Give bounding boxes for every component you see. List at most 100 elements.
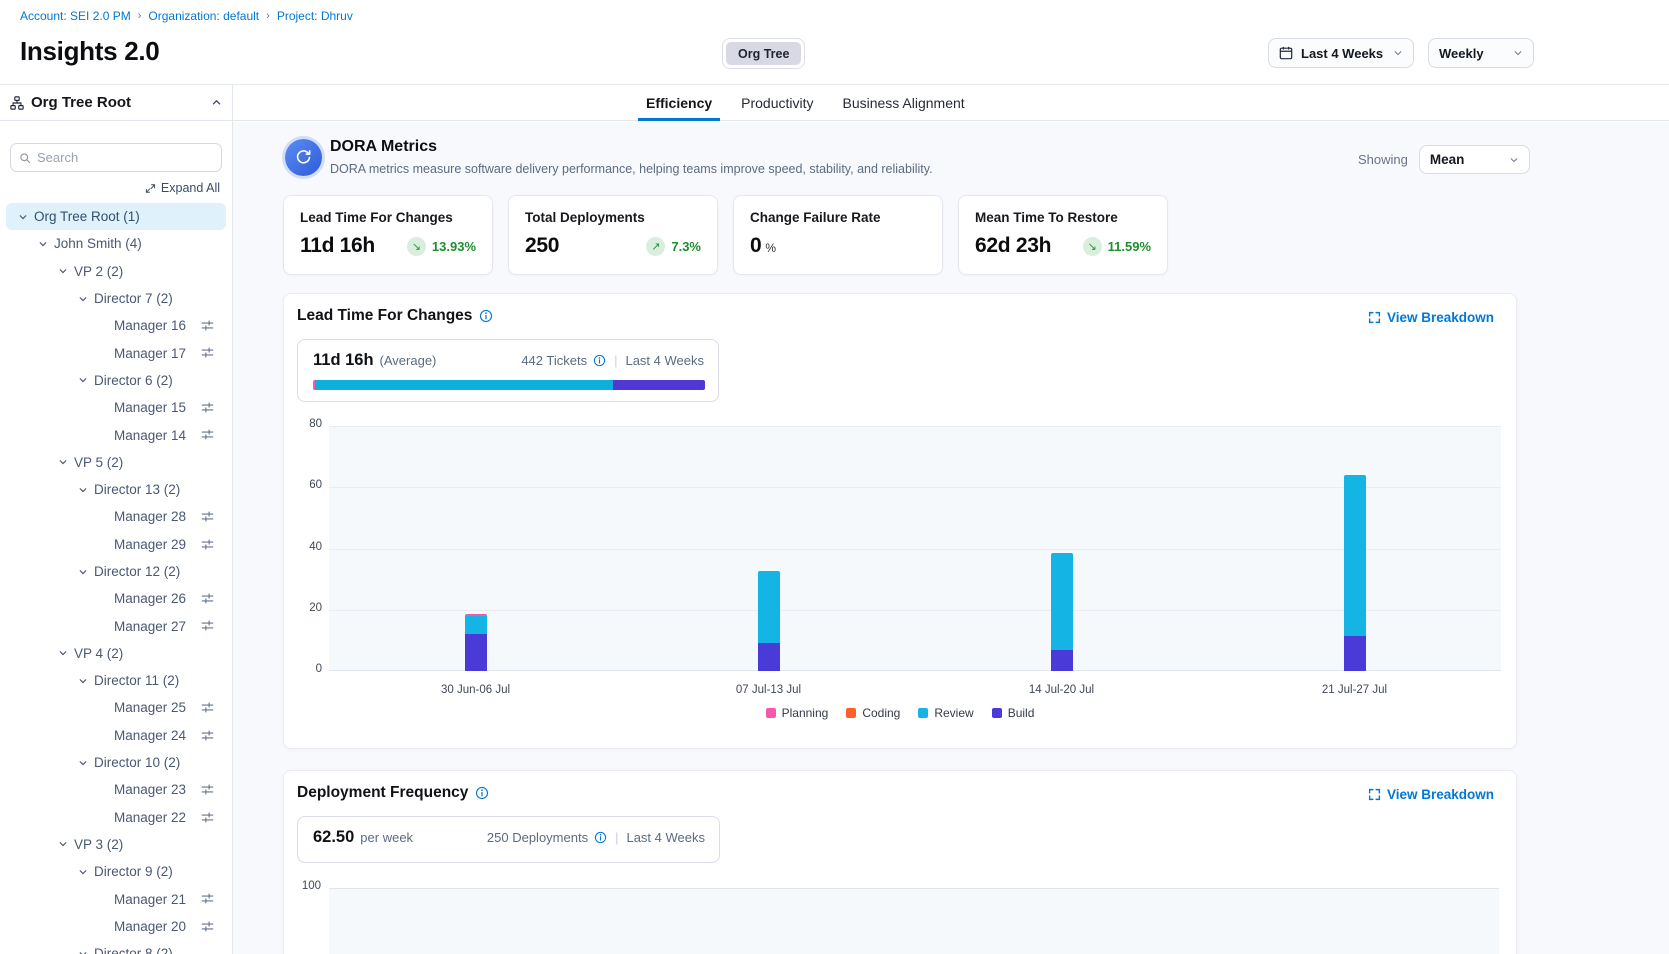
sliders-icon[interactable]	[201, 892, 214, 905]
info-icon[interactable]	[594, 831, 607, 844]
tree-item-label: VP 3 (2)	[74, 837, 123, 852]
bar-segment-review[interactable]	[1344, 475, 1366, 636]
breadcrumb-link[interactable]: Organization: default	[148, 9, 259, 23]
x-axis-tick: 30 Jun-06 Jul	[329, 684, 622, 696]
sliders-icon[interactable]	[201, 319, 214, 332]
sliders-icon[interactable]	[201, 619, 214, 632]
showing-select[interactable]: Mean	[1419, 145, 1530, 174]
legend-swatch	[846, 708, 856, 718]
sliders-icon[interactable]	[201, 811, 214, 824]
sliders-icon[interactable]	[201, 401, 214, 414]
bar-segment-planning[interactable]	[465, 614, 487, 616]
dora-section-title: DORA Metrics	[330, 138, 437, 156]
lead-time-view-breakdown-link[interactable]: View Breakdown	[1368, 310, 1494, 325]
bar-segment-build[interactable]	[1051, 650, 1073, 671]
sliders-icon[interactable]	[201, 428, 214, 441]
tree-item[interactable]: Manager 22	[6, 804, 226, 831]
chevron-down-icon[interactable]	[78, 949, 88, 954]
tree-item[interactable]: Manager 20	[6, 913, 226, 940]
tree-item[interactable]: Director 10 (2)	[6, 749, 226, 776]
sliders-icon[interactable]	[201, 538, 214, 551]
chevron-down-icon[interactable]	[38, 239, 48, 249]
chevron-down-icon[interactable]	[78, 294, 88, 304]
info-icon[interactable]	[593, 354, 606, 367]
chevron-down-icon[interactable]	[78, 567, 88, 577]
tree-item[interactable]: Manager 28	[6, 503, 226, 530]
search-input[interactable]	[37, 150, 213, 165]
bar-segment-build[interactable]	[1344, 636, 1366, 671]
sliders-icon[interactable]	[201, 729, 214, 742]
tree-item[interactable]: John Smith (4)	[6, 230, 226, 257]
tree-item[interactable]: VP 4 (2)	[6, 640, 226, 667]
tree-item[interactable]: VP 3 (2)	[6, 831, 226, 858]
date-range-select[interactable]: Last 4 Weeks	[1268, 38, 1414, 68]
tree-item[interactable]: Director 13 (2)	[6, 476, 226, 503]
legend-item-coding[interactable]: Coding	[846, 706, 900, 720]
tree-item[interactable]: VP 5 (2)	[6, 449, 226, 476]
tree-item[interactable]: Director 8 (2)	[6, 940, 226, 954]
tree-item[interactable]: Director 12 (2)	[6, 558, 226, 585]
org-tree-toggle-group: Org Tree	[722, 38, 805, 69]
sliders-icon[interactable]	[201, 510, 214, 523]
tree-item[interactable]: Manager 24	[6, 722, 226, 749]
tree-item[interactable]: Manager 16	[6, 312, 226, 339]
tree-item[interactable]: Manager 15	[6, 394, 226, 421]
tree-item[interactable]: Manager 21	[6, 885, 226, 912]
legend-item-planning[interactable]: Planning	[766, 706, 829, 720]
tree-item[interactable]: VP 2 (2)	[6, 258, 226, 285]
bar-segment-review[interactable]	[758, 571, 780, 643]
chevron-down-icon[interactable]	[58, 839, 68, 849]
y-axis-tick: 20	[290, 602, 322, 614]
chevron-down-icon[interactable]	[58, 648, 68, 658]
chevron-down-icon[interactable]	[58, 266, 68, 276]
deployment-view-breakdown-link[interactable]: View Breakdown	[1368, 787, 1494, 802]
org-tree-toggle-button[interactable]: Org Tree	[726, 42, 801, 65]
tree-item[interactable]: Manager 26	[6, 585, 226, 612]
sliders-icon[interactable]	[201, 346, 214, 359]
tree-item[interactable]: Manager 14	[6, 421, 226, 448]
sliders-icon[interactable]	[201, 592, 214, 605]
bar-segment-review[interactable]	[465, 616, 487, 634]
tree-item[interactable]: Director 7 (2)	[6, 285, 226, 312]
chevron-down-icon[interactable]	[78, 375, 88, 385]
chevron-down-icon[interactable]	[78, 676, 88, 686]
chevron-down-icon[interactable]	[78, 867, 88, 877]
dora-metric-cards: Lead Time For Changes11d 16h↘13.93%Total…	[283, 195, 1168, 275]
expand-corners-icon	[1368, 788, 1381, 801]
tree-item[interactable]: Org Tree Root (1)	[6, 203, 226, 230]
granularity-select[interactable]: Weekly	[1428, 38, 1534, 68]
chevron-down-icon[interactable]	[18, 212, 28, 222]
tree-item[interactable]: Manager 29	[6, 531, 226, 558]
tab-business-alignment[interactable]: Business Alignment	[835, 85, 973, 121]
expand-all-button[interactable]: Expand All	[145, 181, 220, 195]
legend-item-review[interactable]: Review	[918, 706, 973, 720]
tree-item[interactable]: Manager 17	[6, 339, 226, 366]
sidebar-header: Org Tree Root	[0, 85, 232, 121]
breadcrumb-link[interactable]: Account: SEI 2.0 PM	[20, 9, 131, 23]
chevron-down-icon[interactable]	[78, 758, 88, 768]
tree-item-label: Director 13 (2)	[94, 482, 180, 497]
tree-item[interactable]: Director 6 (2)	[6, 367, 226, 394]
tree-item[interactable]: Manager 25	[6, 694, 226, 721]
sliders-icon[interactable]	[201, 920, 214, 933]
chevron-up-icon[interactable]	[211, 97, 222, 108]
sliders-icon[interactable]	[201, 783, 214, 796]
bar-segment-build[interactable]	[758, 643, 780, 671]
tree-item-label: Director 8 (2)	[94, 946, 173, 954]
bar-segment-build[interactable]	[465, 634, 487, 671]
chevron-down-icon[interactable]	[78, 485, 88, 495]
info-icon[interactable]	[479, 309, 493, 323]
legend-item-build[interactable]: Build	[992, 706, 1035, 720]
tree-item[interactable]: Manager 27	[6, 612, 226, 639]
y-axis-tick: 60	[290, 479, 322, 491]
tree-item[interactable]: Manager 23	[6, 776, 226, 803]
bar-segment-review[interactable]	[1051, 553, 1073, 649]
sliders-icon[interactable]	[201, 701, 214, 714]
breadcrumb-link[interactable]: Project: Dhruv	[277, 9, 353, 23]
tab-efficiency[interactable]: Efficiency	[638, 85, 720, 121]
tree-item[interactable]: Director 11 (2)	[6, 667, 226, 694]
info-icon[interactable]	[475, 786, 489, 800]
tree-item[interactable]: Director 9 (2)	[6, 858, 226, 885]
chevron-down-icon[interactable]	[58, 457, 68, 467]
tab-productivity[interactable]: Productivity	[733, 85, 821, 121]
